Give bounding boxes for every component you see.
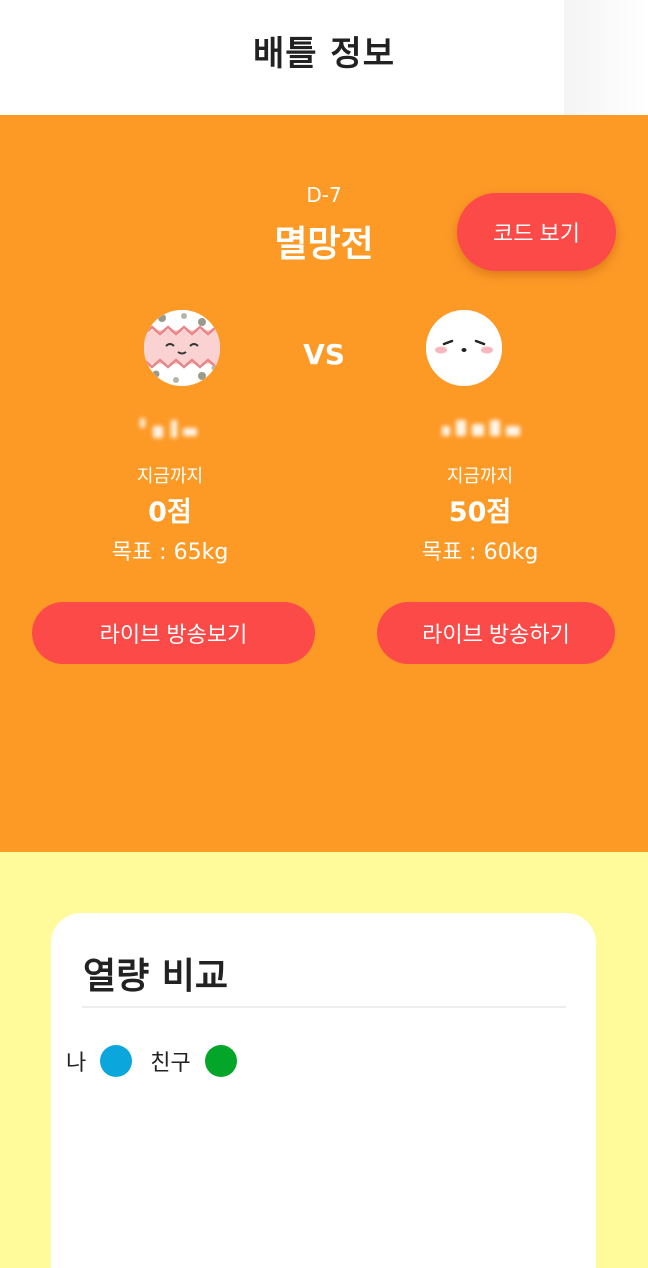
header-bar: 배틀 정보 <box>0 0 648 115</box>
chart-legend: 나 친구 <box>66 1045 255 1077</box>
watch-live-button[interactable]: 라이브 방송보기 <box>32 602 315 664</box>
score-value: 50점 <box>448 497 512 528</box>
score-value: 0점 <box>148 497 192 528</box>
goal-weight: 목표 : 65kg <box>111 540 229 565</box>
nickname-blurred <box>330 406 630 442</box>
page-title: 배틀 정보 <box>253 34 395 74</box>
battle-panel: D-7 멸망전 코드 보기 VS 지금까지 0점 목표: 65kg 라이브 방… <box>0 115 648 852</box>
legend-label-me: 나 <box>66 1051 87 1076</box>
calorie-comparison-card: 열량 비교 <box>51 913 596 1268</box>
avatar-egg-icon <box>144 310 220 386</box>
start-live-button[interactable]: 라이브 방송하기 <box>377 602 615 664</box>
legend-dot-friend <box>204 1045 237 1077</box>
legend-label-friend: 친구 <box>150 1051 191 1076</box>
legend-dot-me <box>100 1045 133 1077</box>
goal-weight: 목표 : 60kg <box>421 540 539 565</box>
vs-label: VS <box>303 338 345 371</box>
divider <box>82 1006 566 1008</box>
so-far-label: 지금까지 <box>446 466 514 487</box>
nickname-blurred <box>23 406 323 442</box>
card-title: 열량 비교 <box>83 956 229 997</box>
view-code-button[interactable]: 코드 보기 <box>457 193 616 271</box>
so-far-label: 지금까지 <box>136 466 204 487</box>
avatar-face-icon <box>426 310 502 386</box>
